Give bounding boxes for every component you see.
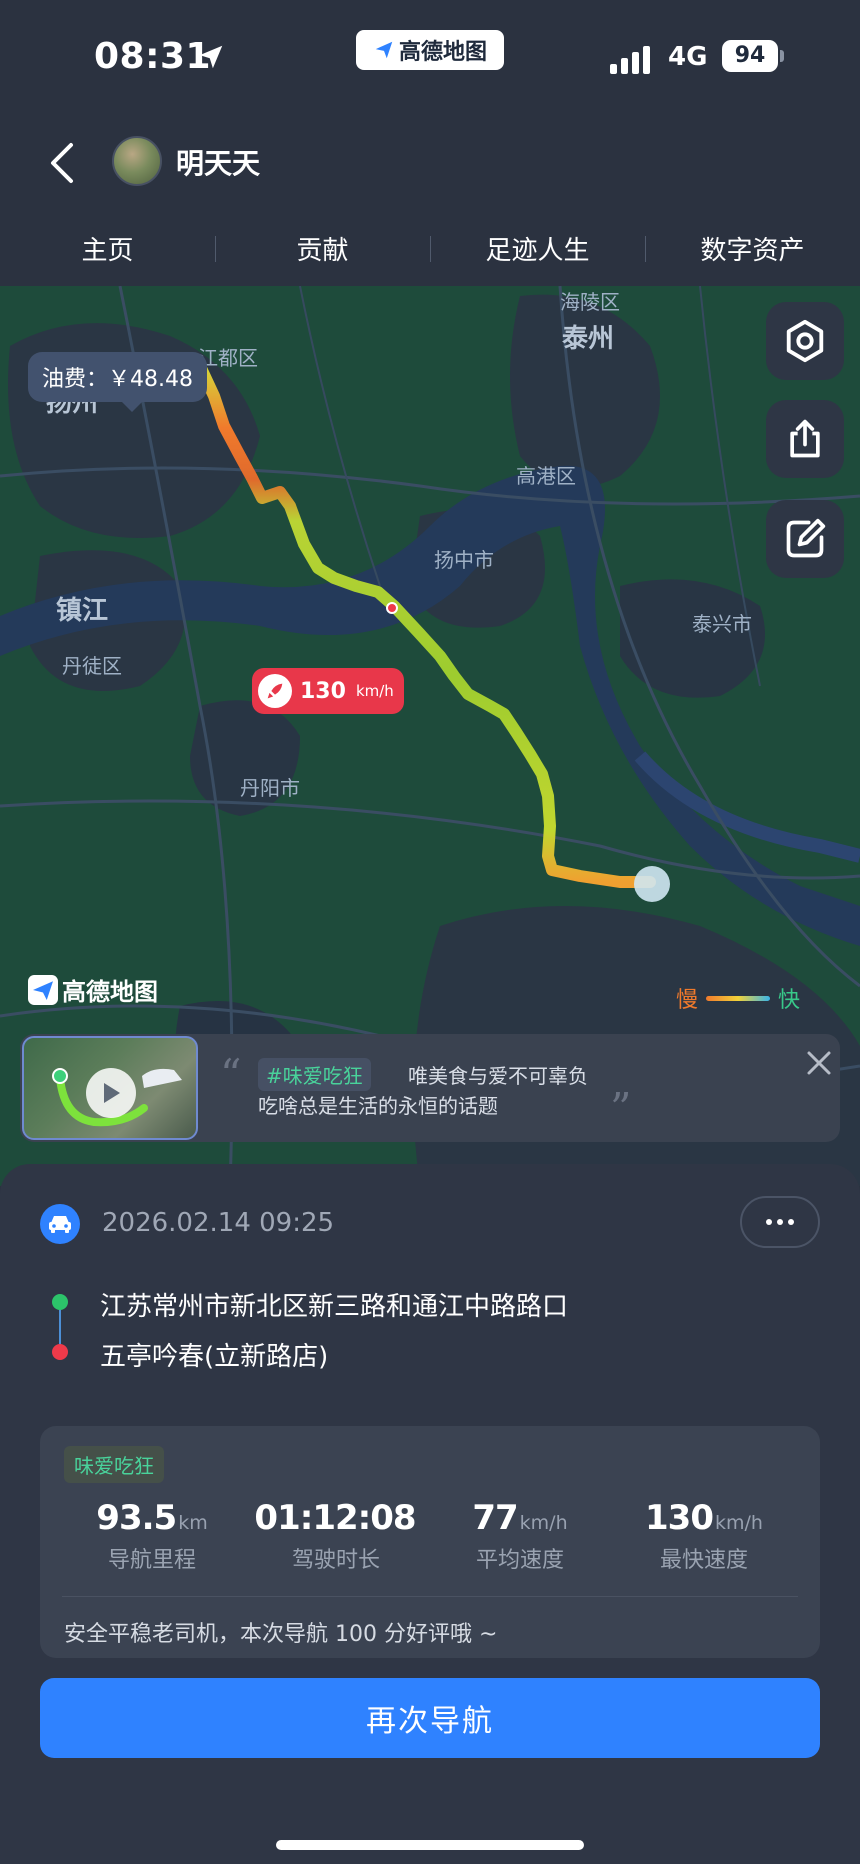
stat-distance: 93.5 km 导航里程 bbox=[60, 1498, 244, 1574]
map-label-taizhou: 泰州 bbox=[562, 324, 615, 354]
tab-home[interactable]: 主页 bbox=[0, 212, 215, 284]
end-dot-icon bbox=[52, 1344, 68, 1360]
legend-gradient-bar bbox=[706, 995, 771, 1001]
more-dot-icon bbox=[777, 1219, 783, 1225]
quote-open-icon: “ bbox=[220, 1050, 242, 1099]
map-label-yangzhong: 扬中市 bbox=[434, 548, 494, 572]
route-start-marker bbox=[634, 866, 670, 902]
amap-status-badge[interactable]: 高德地图 bbox=[356, 30, 504, 70]
stat-label: 导航里程 bbox=[107, 1548, 196, 1573]
share-icon bbox=[790, 419, 820, 458]
stat-value: 77 bbox=[472, 1498, 518, 1538]
stat-label: 最快速度 bbox=[659, 1548, 748, 1573]
trip-datetime: 2026.02.14 09:25 bbox=[102, 1208, 335, 1238]
promo-text-line1: 唯美食与爱不可辜负 bbox=[408, 1064, 588, 1088]
promo-video-thumbnail[interactable] bbox=[22, 1036, 198, 1140]
promo-card[interactable]: “ #味爱吃狂 唯美食与爱不可辜负 吃啥总是生活的永恒的话题 ” bbox=[20, 1034, 840, 1142]
trip-stats-card: 味爱吃狂 93.5 km 导航里程 01:12:08 驾驶时长 77 km/h 平均… bbox=[40, 1426, 820, 1658]
more-dot-icon bbox=[766, 1219, 772, 1225]
play-button[interactable] bbox=[86, 1068, 136, 1118]
settings-hex-icon bbox=[786, 319, 824, 363]
max-speed-unit: km/h bbox=[355, 682, 394, 700]
tab-digital-assets[interactable]: 数字资产 bbox=[645, 212, 860, 284]
username[interactable]: 明天天 bbox=[176, 142, 260, 182]
max-speed-value: 130 bbox=[300, 678, 346, 704]
legend-slow: 慢 bbox=[676, 988, 699, 1013]
amap-badge-label: 高德地图 bbox=[398, 40, 487, 65]
play-icon bbox=[104, 1083, 120, 1103]
status-time: 08:31 bbox=[94, 36, 212, 77]
amap-map-logo: 高德地图 bbox=[28, 972, 158, 1007]
signal-icon bbox=[610, 44, 654, 74]
route-connector bbox=[59, 1306, 61, 1348]
trip-detail-sheet: 2026.02.14 09:25 江苏常州市新北区新三路和通江中路路口 五亭吟春… bbox=[0, 1164, 860, 1864]
location-arrow-icon bbox=[199, 45, 223, 69]
car-icon bbox=[40, 1204, 80, 1244]
map-label-hailing: 海陵区 bbox=[560, 290, 620, 314]
map-label-dantu: 丹徒区 bbox=[62, 654, 122, 678]
legend-fast: 快 bbox=[778, 988, 801, 1013]
more-options-button[interactable] bbox=[740, 1196, 820, 1248]
profile-tabs: 主页 贡献 足迹人生 数字资产 bbox=[0, 212, 860, 284]
start-dot-icon bbox=[52, 1294, 68, 1310]
map-label-jiangdu: 江都区 bbox=[198, 346, 258, 370]
home-indicator[interactable] bbox=[276, 1840, 584, 1850]
start-address: 江苏常州市新北区新三路和通江中路路口 bbox=[100, 1292, 569, 1322]
end-address: 五亭吟春(立新路店) bbox=[100, 1342, 329, 1372]
quote-close-icon: ” bbox=[610, 1084, 632, 1133]
back-button[interactable] bbox=[40, 138, 84, 188]
divider bbox=[62, 1596, 798, 1597]
amap-logo-icon bbox=[375, 41, 393, 59]
stats-tag: 味爱吃狂 bbox=[64, 1446, 164, 1483]
rocket-icon bbox=[258, 674, 292, 708]
battery-tip bbox=[780, 50, 784, 62]
status-bar: 08:31 高德地图 4G 94 bbox=[0, 0, 860, 116]
chevron-left-icon bbox=[51, 143, 73, 183]
map-logo-text: 高德地图 bbox=[62, 978, 158, 1006]
edit-icon bbox=[786, 518, 826, 558]
map-label-zhenjiang: 镇江 bbox=[56, 596, 109, 626]
profile-header: 明天天 bbox=[0, 116, 860, 212]
network-type: 4G bbox=[668, 42, 708, 72]
promo-hashtag[interactable]: #味爱吃狂 bbox=[258, 1058, 371, 1091]
more-dot-icon bbox=[788, 1219, 794, 1225]
stat-label: 平均速度 bbox=[475, 1548, 564, 1573]
navigate-again-button[interactable]: 再次导航 bbox=[40, 1678, 820, 1758]
stat-unit: km/h bbox=[519, 1512, 568, 1534]
stat-value: 130 bbox=[645, 1498, 714, 1538]
tab-footprint[interactable]: 足迹人生 bbox=[430, 212, 645, 284]
stat-unit: km bbox=[178, 1512, 208, 1534]
battery-icon: 94 bbox=[722, 40, 778, 72]
map-label-danyang: 丹阳市 bbox=[240, 776, 300, 800]
close-icon[interactable] bbox=[806, 1050, 832, 1076]
stat-label: 驾驶时长 bbox=[291, 1548, 380, 1573]
trip-comment: 安全平稳老司机，本次导航 100 分好评哦 ~ bbox=[64, 1622, 498, 1647]
stat-duration: 01:12:08 驾驶时长 bbox=[244, 1498, 428, 1574]
stat-value: 01:12:08 bbox=[254, 1498, 416, 1538]
stat-max-speed: 130 km/h 最快速度 bbox=[612, 1498, 796, 1574]
share-button[interactable] bbox=[766, 400, 844, 478]
map-settings-button[interactable] bbox=[766, 302, 844, 380]
fuel-cost-bubble: 油费：￥48.48 bbox=[28, 352, 207, 412]
map-label-taixing: 泰兴市 bbox=[692, 612, 752, 636]
stat-value: 93.5 bbox=[96, 1498, 177, 1538]
avatar[interactable] bbox=[112, 136, 162, 186]
promo-text-line2: 吃啥总是生活的永恒的话题 bbox=[258, 1094, 498, 1118]
edit-button[interactable] bbox=[766, 500, 844, 578]
speed-legend: 慢 快 bbox=[676, 982, 800, 1014]
stat-unit: km/h bbox=[715, 1512, 763, 1534]
stat-avg-speed: 77 km/h 平均速度 bbox=[428, 1498, 612, 1574]
tab-contribution[interactable]: 贡献 bbox=[215, 212, 430, 284]
map-label-gaogang: 高港区 bbox=[516, 464, 576, 488]
amap-logo-icon bbox=[28, 974, 58, 1005]
max-speed-badge: 130 km/h bbox=[252, 668, 404, 714]
